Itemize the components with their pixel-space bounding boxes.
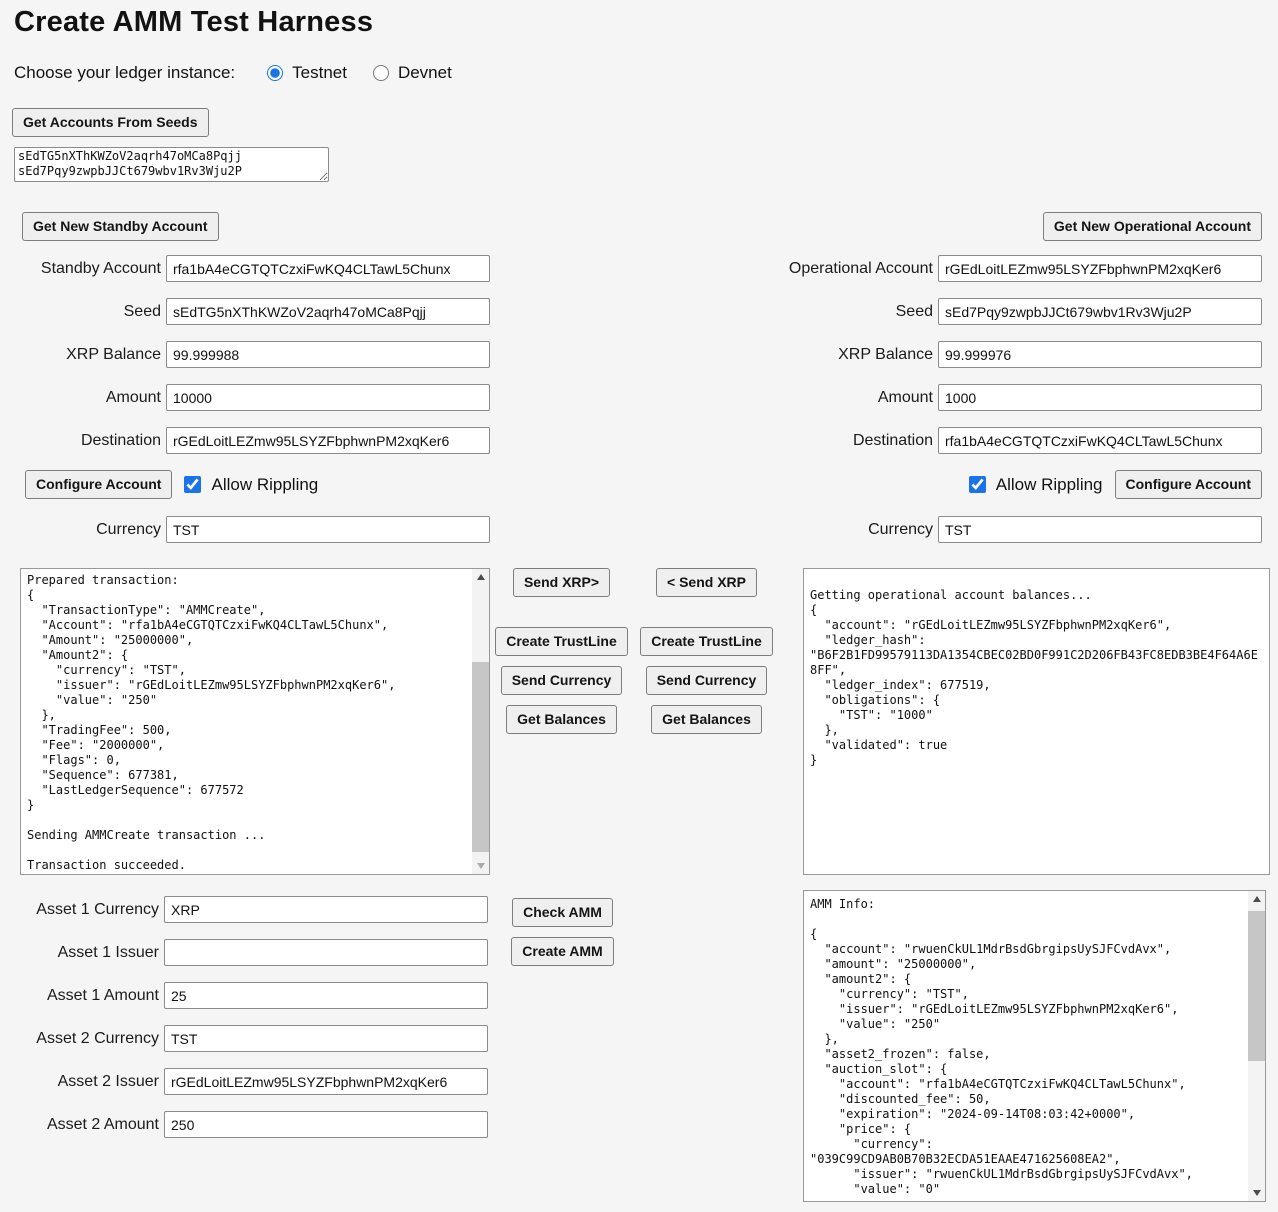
standby-allow-rippling-checkbox[interactable]: [184, 476, 202, 493]
operational-get-balances-button[interactable]: Get Balances: [651, 705, 762, 734]
amm-log-scrollbar[interactable]: [1248, 891, 1265, 1201]
testnet-radio[interactable]: [267, 65, 284, 81]
scroll-up-button[interactable]: [472, 569, 489, 585]
amm-actions: Check AMM Create AMM: [495, 898, 630, 976]
standby-configure-account-button[interactable]: Configure Account: [25, 470, 173, 499]
asset2-issuer-input[interactable]: [164, 1068, 488, 1095]
standby-get-balances-button[interactable]: Get Balances: [506, 705, 617, 734]
operational-allow-rippling-label: Allow Rippling: [995, 474, 1103, 494]
standby-seed-label: Seed: [123, 302, 161, 320]
amm-asset-panel: Asset 1 Currency Asset 1 Issuer Asset 1 …: [0, 890, 488, 1154]
standby-log-scrollbar-thumb[interactable]: [472, 662, 489, 852]
standby-seed-input[interactable]: [166, 298, 490, 325]
standby-create-trustline-button[interactable]: Create TrustLine: [495, 627, 628, 656]
operational-xrp-balance-label: XRP Balance: [838, 345, 933, 363]
scroll-down-button[interactable]: [1248, 1185, 1265, 1201]
operational-destination-input[interactable]: [938, 427, 1262, 454]
operational-currency-input[interactable]: [938, 516, 1262, 543]
asset2-currency-input[interactable]: [164, 1025, 488, 1052]
devnet-radio-option[interactable]: Devnet: [372, 63, 452, 83]
standby-destination-input[interactable]: [166, 427, 490, 454]
operational-account-panel: Get New Operational Account Operational …: [770, 212, 1262, 559]
get-new-standby-account-button[interactable]: Get New Standby Account: [22, 212, 219, 241]
asset2-amount-label: Asset 2 Amount: [46, 1115, 159, 1133]
operational-account-label: Operational Account: [788, 259, 933, 277]
asset1-currency-input[interactable]: [164, 896, 488, 923]
asset1-amount-label: Asset 1 Amount: [46, 986, 159, 1004]
asset2-issuer-label: Asset 2 Issuer: [57, 1072, 159, 1090]
asset2-amount-input[interactable]: [164, 1111, 488, 1138]
operational-currency-label: Currency: [868, 520, 933, 538]
seeds-textarea[interactable]: sEdTG5nXThKWZoV2aqrh47oMCa8Pqjj sEd7Pqy9…: [14, 147, 329, 182]
scroll-up-button[interactable]: [1248, 891, 1265, 907]
operational-account-input[interactable]: [938, 255, 1262, 282]
operational-send-currency-button[interactable]: Send Currency: [645, 666, 768, 695]
operational-seed-label: Seed: [895, 302, 933, 320]
standby-send-xrp-button[interactable]: Send XRP>: [512, 568, 611, 597]
create-amm-button[interactable]: Create AMM: [511, 937, 614, 966]
testnet-radio-option[interactable]: Testnet: [267, 63, 347, 83]
get-accounts-from-seeds-button[interactable]: Get Accounts From Seeds: [12, 108, 209, 137]
get-new-operational-account-button[interactable]: Get New Operational Account: [1042, 212, 1262, 241]
transfer-actions: Send XRP> Create TrustLine Send Currency…: [495, 568, 785, 744]
scroll-up-icon: [1252, 896, 1261, 902]
standby-send-currency-button[interactable]: Send Currency: [500, 666, 623, 695]
ledger-instance-chooser: Choose your ledger instance: Testnet Dev…: [14, 63, 478, 83]
standby-xrp-balance-label: XRP Balance: [66, 345, 161, 363]
operational-create-trustline-button[interactable]: Create TrustLine: [640, 627, 773, 656]
operational-amount-input[interactable]: [938, 384, 1262, 411]
standby-currency-label: Currency: [96, 520, 161, 538]
standby-currency-input[interactable]: [166, 516, 490, 543]
standby-account-label: Standby Account: [40, 259, 161, 277]
standby-amount-label: Amount: [105, 388, 161, 406]
operational-xrp-balance-input[interactable]: [938, 341, 1262, 368]
operational-send-xrp-button[interactable]: < Send XRP: [656, 568, 757, 597]
standby-account-input[interactable]: [166, 255, 490, 282]
operational-amount-label: Amount: [877, 388, 933, 406]
standby-account-panel: Get New Standby Account Standby Account …: [0, 212, 490, 559]
scroll-down-button[interactable]: [472, 858, 489, 874]
amm-info-text: AMM Info: { "account": "rwuenCkUL1MdrBsd…: [810, 897, 1193, 1196]
operational-configure-account-button[interactable]: Configure Account: [1114, 470, 1262, 499]
operational-destination-label: Destination: [852, 431, 933, 449]
standby-log-scrollbar[interactable]: [472, 569, 489, 874]
check-amm-button[interactable]: Check AMM: [512, 898, 613, 927]
create-amm-test-harness-page: Create AMM Test Harness Choose your ledg…: [0, 0, 1278, 1212]
asset2-currency-label: Asset 2 Currency: [36, 1029, 159, 1047]
standby-destination-label: Destination: [80, 431, 161, 449]
standby-results-log[interactable]: Prepared transaction: { "TransactionType…: [20, 568, 490, 875]
amm-log-scrollbar-thumb[interactable]: [1248, 911, 1265, 1061]
devnet-radio[interactable]: [372, 65, 389, 81]
devnet-radio-label: Devnet: [397, 63, 452, 82]
scroll-up-icon: [476, 574, 485, 580]
page-title: Create AMM Test Harness: [14, 6, 374, 38]
asset1-amount-input[interactable]: [164, 982, 488, 1009]
standby-xrp-balance-input[interactable]: [166, 341, 490, 368]
standby-allow-rippling-label: Allow Rippling: [211, 474, 319, 494]
asset1-issuer-label: Asset 1 Issuer: [57, 943, 159, 961]
ledger-instance-label: Choose your ledger instance:: [14, 63, 236, 82]
scroll-down-icon: [1252, 1190, 1261, 1196]
amm-info-log[interactable]: AMM Info: { "account": "rwuenCkUL1MdrBsd…: [803, 890, 1266, 1202]
operational-allow-rippling-checkbox[interactable]: [968, 476, 986, 493]
standby-results-text: Prepared transaction: { "TransactionType…: [27, 573, 396, 872]
operational-seed-input[interactable]: [938, 298, 1262, 325]
asset1-issuer-input[interactable]: [164, 939, 488, 966]
testnet-radio-label: Testnet: [292, 63, 347, 82]
operational-actions-column: < Send XRP Create TrustLine Send Currenc…: [628, 568, 785, 744]
standby-amount-input[interactable]: [166, 384, 490, 411]
scroll-down-icon: [476, 863, 485, 869]
operational-results-text: Getting operational account balances... …: [810, 588, 1258, 767]
standby-actions-column: Send XRP> Create TrustLine Send Currency…: [495, 568, 628, 744]
operational-results-log[interactable]: Getting operational account balances... …: [803, 568, 1270, 875]
asset1-currency-label: Asset 1 Currency: [36, 900, 159, 918]
